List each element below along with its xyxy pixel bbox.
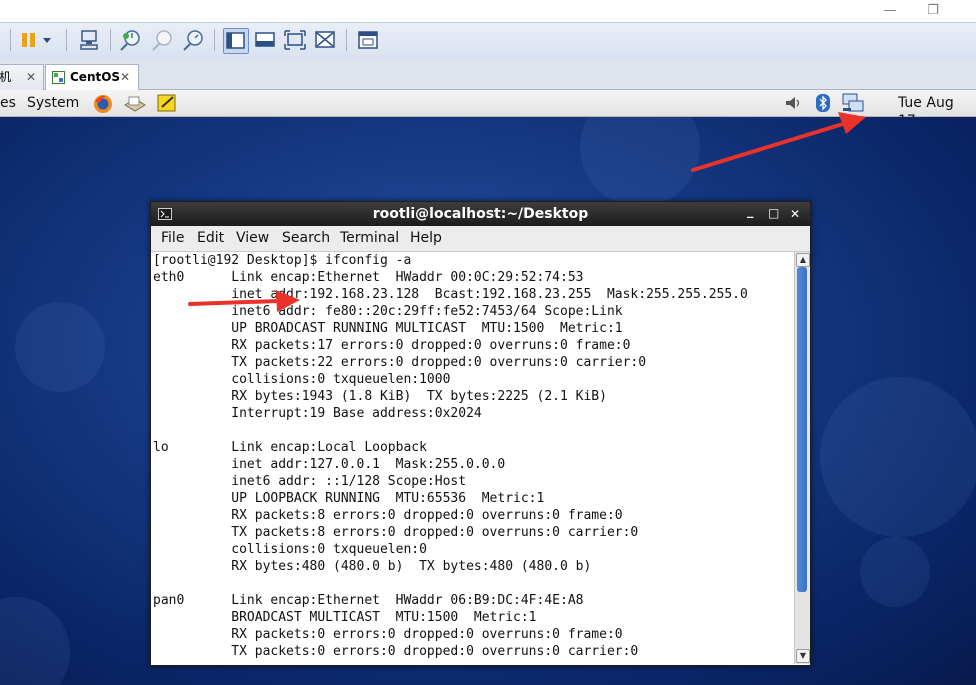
annotation-overlay [188,112,866,312]
ip-address-arrow-annotation [188,290,300,312]
network-arrow-annotation [691,112,866,172]
